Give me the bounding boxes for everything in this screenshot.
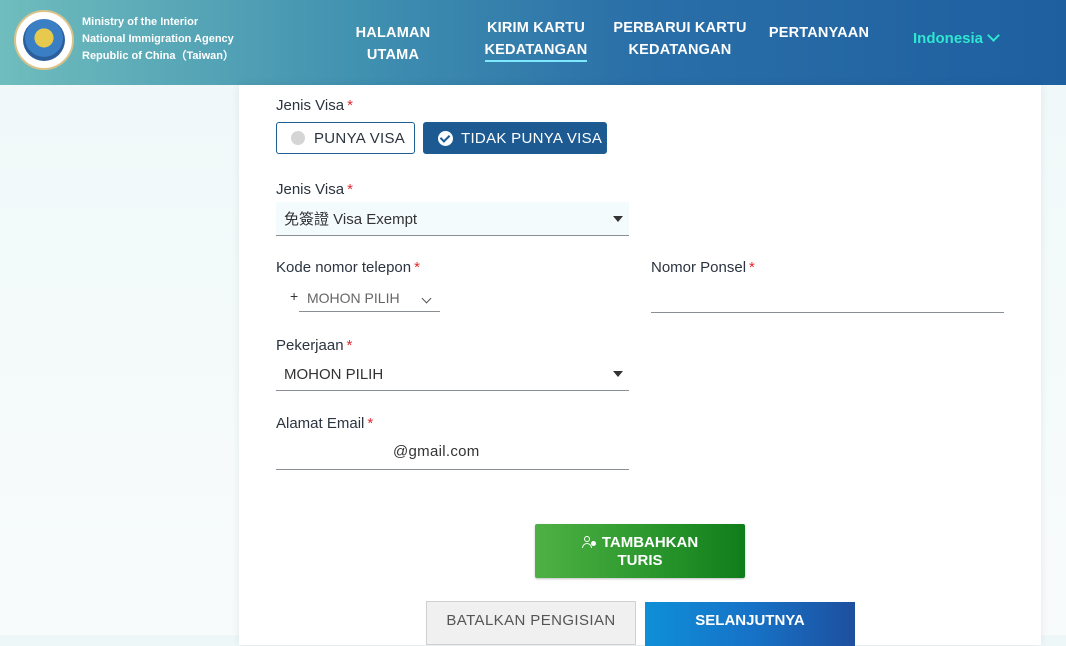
phone-code-value: MOHON PILIH — [307, 290, 400, 306]
agency-logo[interactable] — [14, 10, 74, 70]
visa-kind-select[interactable]: 免簽證 Visa Exempt — [276, 202, 629, 236]
occupation-label: Pekerjaan * — [276, 337, 352, 354]
next-button[interactable]: SELANJUTNYA — [645, 602, 855, 646]
mobile-label-text: Nomor Ponsel — [651, 259, 747, 276]
chevron-down-icon — [421, 293, 432, 304]
nav-submit-arrival-card[interactable]: KIRIM KARTU KEDATANGAN — [478, 17, 594, 62]
mobile-label: Nomor Ponsel * — [651, 259, 755, 276]
email-value: @gmail.com — [393, 443, 480, 460]
check-circle-icon — [438, 130, 453, 146]
cancel-button[interactable]: BATALKAN PENGISIAN — [426, 601, 636, 645]
required-mark: * — [414, 259, 420, 276]
occupation-select[interactable]: MOHON PILIH — [276, 358, 629, 391]
nav-update-label-1: PERBARUI KARTU — [613, 20, 747, 36]
nav-faq-label: PERTANYAAN — [768, 25, 870, 41]
required-mark: * — [749, 259, 755, 276]
required-mark: * — [347, 181, 353, 198]
occupation-label-text: Pekerjaan — [276, 337, 344, 354]
visa-kind-label-text: Jenis Visa — [276, 181, 345, 198]
nav-update-arrival-card[interactable]: PERBARUI KARTU KEDATANGAN — [610, 17, 750, 61]
phone-plus-sign: + — [290, 288, 299, 304]
agency-line-3: Republic of China（Taiwan） — [82, 50, 234, 62]
site-header: Ministry of the Interior National Immigr… — [0, 0, 1066, 85]
nav-submit-label-1: KIRIM KARTU — [486, 20, 586, 36]
nav-submit-label-2: KEDATANGAN — [484, 42, 588, 62]
no-visa-option[interactable]: TIDAK PUNYA VISA — [423, 122, 607, 154]
visa-kind-label: Jenis Visa * — [276, 181, 353, 198]
have-visa-option[interactable]: PUNYA VISA — [276, 122, 415, 154]
language-selector[interactable]: Indonesia — [913, 29, 1000, 47]
occupation-value: MOHON PILIH — [284, 365, 384, 383]
emblem-icon — [23, 19, 65, 61]
visa-kind-value: 免簽證 Visa Exempt — [284, 211, 418, 228]
radio-unchecked-icon — [291, 131, 305, 145]
chevron-down-icon — [987, 29, 1000, 42]
add-person-icon — [581, 536, 596, 548]
phone-code-select[interactable]: MOHON PILIH — [299, 285, 440, 312]
dropdown-arrow-icon — [613, 215, 623, 222]
language-label: Indonesia — [913, 30, 984, 47]
phone-code-label-text: Kode nomor telepon — [276, 259, 412, 276]
mobile-input[interactable] — [651, 281, 1004, 313]
dropdown-arrow-icon — [613, 371, 623, 377]
agency-line-1: Ministry of the Interior — [82, 16, 199, 28]
agency-name: Ministry of the Interior National Immigr… — [82, 14, 234, 65]
required-mark: * — [367, 415, 374, 432]
phone-code-label: Kode nomor telepon * — [276, 259, 420, 276]
email-label: Alamat Email * — [276, 415, 373, 432]
email-input[interactable]: @gmail.com — [276, 437, 629, 470]
nav-faq[interactable]: PERTANYAAN — [768, 22, 870, 44]
nav-home[interactable]: HALAMAN UTAMA — [330, 22, 456, 66]
required-mark: * — [346, 337, 353, 354]
add-tourist-label-2: TURIS — [617, 552, 663, 569]
add-tourist-button[interactable]: TAMBAHKAN TURIS — [535, 524, 745, 578]
visa-type-label-text: Jenis Visa — [276, 97, 345, 114]
have-visa-label: PUNYA VISA — [314, 129, 406, 147]
add-tourist-label-1: TAMBAHKAN — [601, 534, 699, 551]
no-visa-label: TIDAK PUNYA VISA — [461, 129, 603, 147]
form-card: Jenis Visa * PUNYA VISA TIDAK PUNYA VISA … — [239, 85, 1041, 646]
visa-type-label: Jenis Visa * — [276, 97, 353, 114]
nav-update-label-2: KEDATANGAN — [628, 42, 732, 58]
nav-home-label: HALAMAN UTAMA — [355, 25, 431, 63]
required-mark: * — [347, 97, 353, 114]
agency-line-2: National Immigration Agency — [82, 33, 234, 45]
email-label-text: Alamat Email — [276, 415, 365, 432]
